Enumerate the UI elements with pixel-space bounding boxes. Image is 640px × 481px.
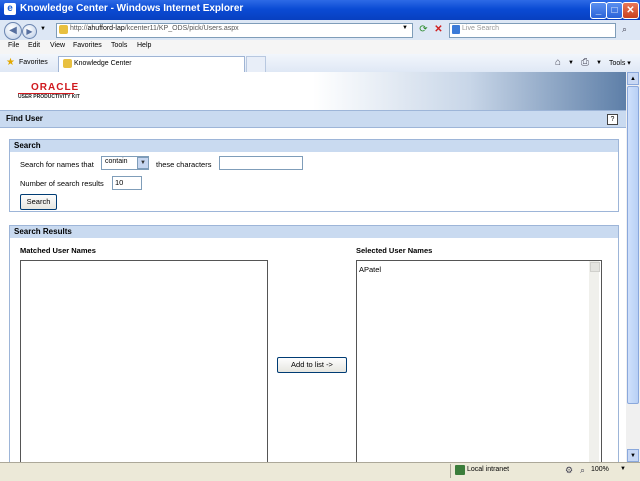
selected-label: Selected User Names [356, 246, 433, 255]
home-icon[interactable]: ⌂ [555, 57, 561, 68]
logo-subtitle: USER PRODUCTIVITY KIT [18, 94, 80, 100]
chevron-down-icon[interactable]: ▼ [137, 157, 149, 169]
security-zone: Local intranet [467, 466, 510, 473]
branding-banner [0, 72, 626, 110]
address-url[interactable]: http://ahufford-lap/kcenter11/KP_ODS/pic… [70, 25, 239, 32]
tools-button[interactable]: Tools ▾ [609, 59, 631, 67]
intranet-zone-icon [455, 465, 465, 475]
search-panel-header [9, 139, 619, 153]
results-count-value: 10 [115, 178, 124, 187]
results-panel-title: Search Results [14, 227, 72, 236]
print-dropdown-icon[interactable]: ▼ [596, 60, 602, 66]
star-icon[interactable]: ★ [6, 57, 15, 68]
oracle-logo: ORACLE [31, 82, 80, 93]
search-button[interactable]: Search [20, 194, 57, 210]
menu-help[interactable]: Help [137, 42, 151, 49]
menu-edit[interactable]: Edit [28, 42, 40, 49]
results-count-label: Number of search results [20, 179, 104, 188]
search-panel-title: Search [14, 141, 41, 150]
help-icon[interactable]: ? [607, 114, 618, 125]
home-dropdown-icon[interactable]: ▼ [568, 60, 574, 66]
close-button[interactable]: ✕ [622, 2, 639, 19]
address-dropdown-icon[interactable]: ▼ [402, 25, 408, 31]
characters-input[interactable] [219, 156, 303, 170]
tab-favicon-icon [63, 59, 72, 68]
list-item[interactable]: APatel [359, 265, 381, 274]
menu-view[interactable]: View [50, 42, 65, 49]
recent-pages-dropdown-icon[interactable]: ▼ [40, 26, 46, 32]
forward-arrow-icon[interactable]: ▶ [22, 24, 37, 39]
new-tab-button[interactable] [246, 56, 266, 73]
window-title: Knowledge Center - Windows Internet Expl… [20, 3, 244, 14]
selected-users-list[interactable] [356, 260, 602, 472]
protected-mode-icon[interactable]: ⚙ [565, 465, 573, 476]
search-icon[interactable]: ⌕ [618, 23, 631, 36]
maximize-button[interactable]: □ [606, 2, 623, 19]
results-panel-header [9, 225, 619, 239]
back-arrow-icon[interactable]: ◀ [4, 22, 22, 40]
zoom-icon[interactable]: ⌕ [580, 465, 585, 476]
live-search-placeholder: Live Search [462, 25, 499, 32]
zoom-level[interactable]: 100% [591, 466, 609, 473]
scroll-up-icon[interactable] [590, 262, 600, 272]
ie-icon: e [4, 3, 16, 15]
page-title: Find User [6, 114, 43, 123]
scroll-up-arrow-icon[interactable]: ▲ [627, 72, 639, 85]
match-type-value: contain [105, 158, 128, 165]
printer-icon[interactable]: ⎙ [581, 57, 589, 68]
page-favicon-icon [59, 25, 68, 34]
scroll-down-arrow-icon[interactable]: ▼ [627, 449, 639, 462]
page-header [0, 110, 626, 128]
characters-label: these characters [156, 160, 212, 169]
scrollbar-thumb[interactable] [627, 86, 639, 404]
refresh-icon[interactable]: ⟳ [417, 23, 430, 36]
names-label: Search for names that [20, 160, 94, 169]
favorites-button[interactable]: Favorites [19, 59, 48, 66]
menu-tools[interactable]: Tools [111, 42, 127, 49]
matched-users-list[interactable] [20, 260, 268, 472]
matched-label: Matched User Names [20, 246, 96, 255]
live-search-logo-icon [452, 25, 460, 34]
minimize-button[interactable]: _ [590, 2, 607, 19]
status-bar [0, 462, 640, 481]
zoom-dropdown-icon[interactable]: ▼ [620, 466, 626, 472]
tab-label: Knowledge Center [74, 60, 132, 67]
status-divider [450, 464, 451, 478]
selected-list-scrollbar[interactable] [589, 261, 599, 470]
menu-file[interactable]: File [8, 42, 19, 49]
add-to-list-button[interactable]: Add to list -> [277, 357, 347, 373]
stop-icon[interactable]: ✕ [432, 23, 445, 36]
menu-favorites[interactable]: Favorites [73, 42, 102, 49]
